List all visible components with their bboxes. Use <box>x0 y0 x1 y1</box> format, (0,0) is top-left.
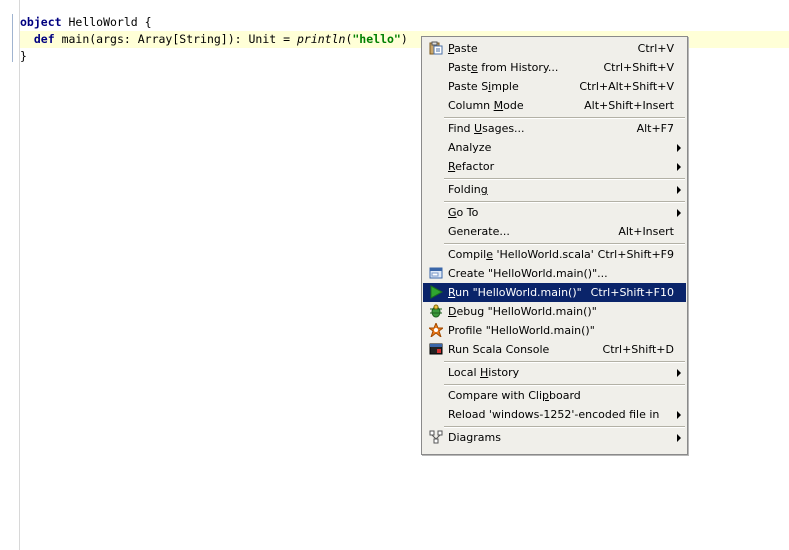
code-token: "hello" <box>352 32 401 46</box>
menu-item-compile-helloworld-scala[interactable]: Compile 'HelloWorld.scala' Ctrl+Shift+F9 <box>423 245 686 264</box>
diagrams-icon <box>429 430 443 444</box>
menu-item-diagrams[interactable]: Diagrams <box>423 428 686 447</box>
menu-item-shortcut: Ctrl+Shift+D <box>602 343 674 356</box>
menu-item-label: Run Scala Console <box>448 343 550 356</box>
menu-item-debug-helloworld-main[interactable]: Debug "HelloWorld.main()" <box>423 302 686 321</box>
menu-item-profile-helloworld-main[interactable]: Profile "HelloWorld.main()" <box>423 321 686 340</box>
menu-item-paste-simple[interactable]: Paste Simple Ctrl+Alt+Shift+V <box>423 77 686 96</box>
menu-item-column-mode[interactable]: Column Mode Alt+Shift+Insert <box>423 96 686 115</box>
menu-item-label: Debug "HelloWorld.main()" <box>448 305 597 318</box>
code-token: ) <box>400 32 408 46</box>
context-menu: Paste Ctrl+V Paste from History... Ctrl+Shi… <box>421 36 688 455</box>
menu-item-run-scala-console[interactable]: Run Scala Console Ctrl+Shift+D <box>423 340 686 359</box>
menu-item-generate[interactable]: Generate... Alt+Insert <box>423 222 686 241</box>
submenu-arrow-icon <box>677 163 681 171</box>
menu-item-label: Paste Simple <box>448 80 519 93</box>
menu-item-label: Compare with Clipboard <box>448 389 581 402</box>
menu-item-label: Diagrams <box>448 431 501 444</box>
menu-item-compare-with-clipboard[interactable]: Compare with Clipboard <box>423 386 686 405</box>
code-token: } <box>20 49 27 63</box>
code-token: main(args: Array[String]): Unit = <box>54 32 297 46</box>
menu-item-label: Go To <box>448 206 479 219</box>
profile-icon <box>427 321 445 339</box>
code-token: def <box>33 32 55 46</box>
code-token: object <box>20 15 62 29</box>
menu-item-refactor[interactable]: Refactor <box>423 157 686 176</box>
menu-item-label: Analyze <box>448 141 492 154</box>
menu-item-label: Reload 'windows-1252'-encoded file in <box>448 408 660 421</box>
menu-item-shortcut: Alt+Insert <box>618 225 674 238</box>
menu-item-shortcut: Ctrl+Shift+F9 <box>597 248 674 261</box>
debug-icon <box>429 304 443 318</box>
menu-item-label: Compile 'HelloWorld.scala' <box>448 248 594 261</box>
code-line[interactable]: } <box>20 48 27 65</box>
paste-icon <box>429 41 443 55</box>
menu-item-local-history[interactable]: Local History <box>423 363 686 382</box>
submenu-arrow-icon <box>677 144 681 152</box>
menu-item-shortcut: Ctrl+Alt+Shift+V <box>579 80 674 93</box>
menu-item-folding[interactable]: Folding <box>423 180 686 199</box>
menu-item-shortcut: Ctrl+Shift+F10 <box>590 286 674 299</box>
code-line[interactable]: object HelloWorld { <box>20 14 152 31</box>
menu-item-run-helloworld-main[interactable]: Run "HelloWorld.main()" Ctrl+Shift+F10 <box>423 283 686 302</box>
menu-item-reload-windows-1252-encoded-file-in[interactable]: Reload 'windows-1252'-encoded file in <box>423 405 686 424</box>
menu-item-label: Column Mode <box>448 99 524 112</box>
menu-item-paste-from-history[interactable]: Paste from History... Ctrl+Shift+V <box>423 58 686 77</box>
menu-item-label: Run "HelloWorld.main()" <box>448 286 582 299</box>
menu-item-label: Generate... <box>448 225 510 238</box>
menu-item-create-helloworld-main[interactable]: Create "HelloWorld.main()"... <box>423 264 686 283</box>
submenu-arrow-icon <box>677 209 681 217</box>
scala-console-icon <box>429 342 443 356</box>
submenu-arrow-icon <box>677 186 681 194</box>
create-config-icon <box>429 266 443 280</box>
code-token: println <box>296 32 346 46</box>
menu-item-shortcut: Alt+F7 <box>636 122 674 135</box>
editor-gutter[interactable] <box>0 0 20 550</box>
menu-item-label: Folding <box>448 183 488 196</box>
submenu-arrow-icon <box>677 369 681 377</box>
submenu-arrow-icon <box>677 411 681 419</box>
menu-item-label: Refactor <box>448 160 495 173</box>
menu-item-shortcut: Ctrl+Shift+V <box>603 61 674 74</box>
menu-item-label: Create "HelloWorld.main()"... <box>448 267 608 280</box>
menu-item-label: Local History <box>448 366 520 379</box>
menu-item-find-usages[interactable]: Find Usages... Alt+F7 <box>423 119 686 138</box>
menu-item-label: Paste from History... <box>448 61 559 74</box>
menu-item-label: Find Usages... <box>448 122 525 135</box>
run-icon <box>429 285 444 299</box>
menu-item-analyze[interactable]: Analyze <box>423 138 686 157</box>
menu-item-paste[interactable]: Paste Ctrl+V <box>423 39 686 58</box>
submenu-arrow-icon <box>677 434 681 442</box>
menu-item-label: Profile "HelloWorld.main()" <box>448 324 595 337</box>
menu-item-shortcut: Alt+Shift+Insert <box>584 99 674 112</box>
menu-item-shortcut: Ctrl+V <box>637 42 674 55</box>
code-token: HelloWorld { <box>61 15 152 29</box>
fold-marker[interactable] <box>12 14 17 62</box>
menu-item-go-to[interactable]: Go To <box>423 203 686 222</box>
menu-item-label: Paste <box>448 42 478 55</box>
